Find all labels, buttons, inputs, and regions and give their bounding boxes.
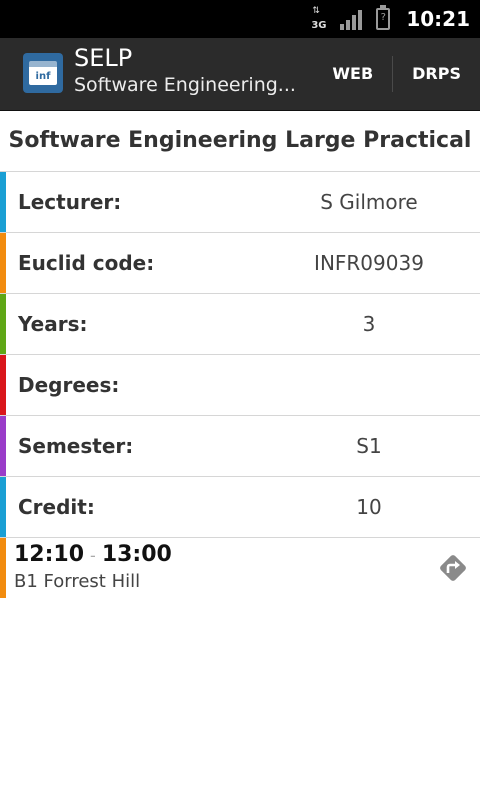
detail-value: INFR09039 [314, 251, 424, 275]
app-title: SELP [74, 44, 133, 72]
slot-times: 12:10-13:00 [14, 542, 172, 567]
detail-label: Euclid code: [18, 251, 155, 275]
detail-row-semester: Semester: S1 [0, 416, 480, 477]
detail-label: Lecturer: [18, 190, 122, 214]
battery-icon: ? [376, 5, 391, 30]
color-bar [0, 233, 6, 293]
detail-row-euclid-code: Euclid code: INFR09039 [0, 233, 480, 294]
detail-value: 3 [362, 312, 376, 336]
app-subtitle: Software Engineering... [74, 74, 296, 96]
action-bar: inf SELP Software Engineering... WEB DRP… [0, 38, 480, 111]
color-bar [0, 294, 6, 354]
detail-value: S Gilmore [320, 190, 418, 214]
color-bar [0, 538, 6, 598]
detail-value: S1 [356, 434, 382, 458]
directions-icon[interactable] [436, 551, 470, 585]
signal-icon [340, 8, 366, 30]
detail-label: Degrees: [18, 373, 120, 397]
slot-end-time: 13:00 [101, 542, 172, 567]
web-button[interactable]: WEB [313, 56, 392, 92]
lecture-slot[interactable]: 12:10-13:00 B1 Forrest Hill [0, 538, 480, 598]
detail-label: Semester: [18, 434, 134, 458]
network-3g-icon: ⇅ 3G [311, 6, 327, 32]
slot-separator: - [90, 546, 96, 565]
network-label: 3G [311, 20, 327, 31]
action-bar-titles: SELP Software Engineering... [74, 44, 296, 98]
detail-row-degrees: Degrees: [0, 355, 480, 416]
color-bar [0, 355, 6, 415]
status-bar: ⇅ 3G ? 10:21 [0, 0, 480, 38]
app-calendar-icon[interactable]: inf [23, 53, 63, 93]
slot-location: B1 Forrest Hill [14, 571, 141, 592]
action-buttons: WEB DRPS [313, 38, 480, 110]
detail-row-years: Years: 3 [0, 294, 480, 355]
detail-label: Years: [18, 312, 88, 336]
course-title: Software Engineering Large Practical [0, 111, 480, 172]
detail-label: Credit: [18, 495, 95, 519]
color-bar [0, 172, 6, 232]
color-bar [0, 477, 6, 537]
detail-row-credit: Credit: 10 [0, 477, 480, 538]
clock: 10:21 [406, 7, 470, 31]
detail-value: 10 [356, 495, 382, 519]
detail-row-lecturer: Lecturer: S Gilmore [0, 172, 480, 233]
slot-start-time: 12:10 [14, 542, 85, 567]
status-icons: ⇅ 3G ? 10:21 [310, 0, 470, 38]
drps-button[interactable]: DRPS [393, 56, 480, 92]
color-bar [0, 416, 6, 476]
